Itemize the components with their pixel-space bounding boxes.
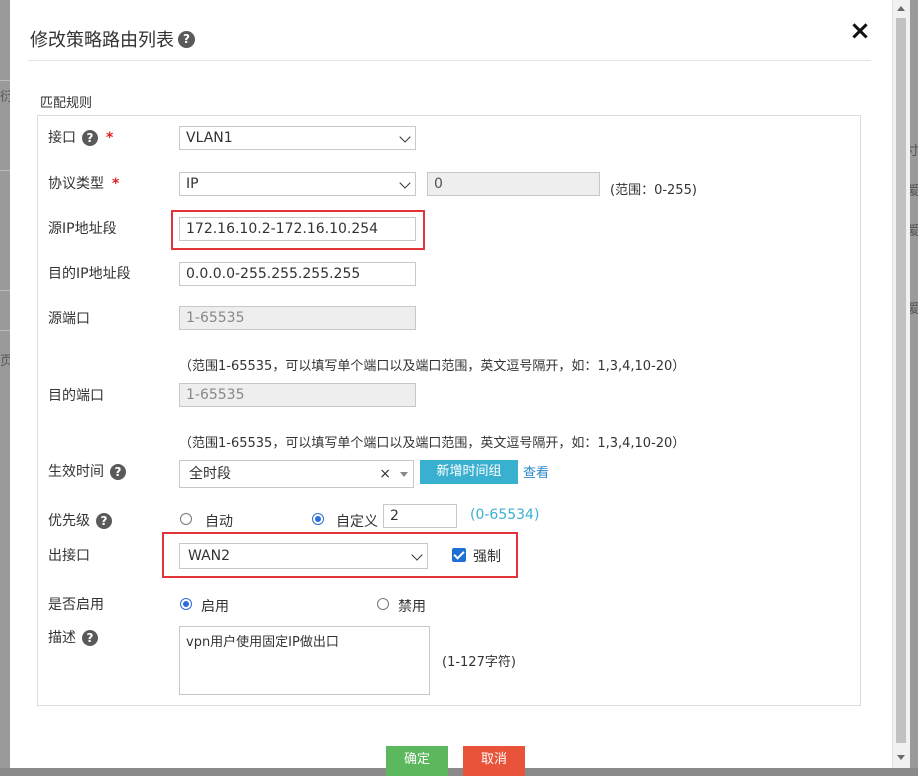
- dst-port-hint: （范围1-65535，可以填写单个端口以及端口范围，英文逗号隔开，如：1,3,4…: [179, 436, 686, 451]
- priority-auto-label: 自动: [205, 514, 233, 530]
- priority-custom-radio[interactable]: [312, 513, 324, 525]
- cancel-button[interactable]: 取消: [463, 746, 525, 776]
- help-icon[interactable]: ?: [178, 30, 195, 48]
- enable-on-label: 启用: [201, 599, 229, 615]
- edit-policy-route-dialog: 修改策略路由列表? × 匹配规则 接口? * VLAN1 协议类型 * IP 0 (…: [10, 0, 892, 776]
- highlight-box: [162, 532, 518, 578]
- match-rules-panel: 接口? * VLAN1 协议类型 * IP 0 (范围：0-255) 源IP地址段 …: [37, 115, 861, 706]
- description-length-hint: (1-127字符): [442, 655, 516, 670]
- scroll-up-arrow-icon[interactable]: [897, 6, 905, 11]
- required-mark: *: [106, 130, 114, 146]
- help-icon[interactable]: ?: [82, 630, 98, 646]
- section-label: 匹配规则: [40, 96, 93, 111]
- description-label-text: 描述: [48, 630, 76, 646]
- priority-label: 优先级?: [48, 510, 112, 530]
- src-port-input[interactable]: 1-65535: [179, 306, 416, 330]
- out-interface-label: 出接口: [48, 548, 90, 564]
- close-button[interactable]: ×: [849, 18, 871, 44]
- confirm-button[interactable]: 确定: [386, 746, 448, 776]
- caret-down-icon: [400, 472, 408, 477]
- priority-custom-label: 自定义: [336, 514, 378, 530]
- schedule-label: 生效时间?: [48, 461, 126, 481]
- protocol-range-hint: (范围：0-255): [610, 183, 697, 198]
- src-ip-label: 源IP地址段: [48, 221, 117, 237]
- clear-icon[interactable]: ×: [379, 461, 391, 487]
- required-mark: *: [112, 176, 120, 192]
- schedule-value: 全时段: [189, 466, 231, 482]
- description-textarea[interactable]: vpn用户使用固定IP做出口: [179, 626, 430, 695]
- priority-range-hint: (0-65534): [470, 507, 540, 523]
- dst-ip-label: 目的IP地址段: [48, 266, 131, 282]
- scroll-thumb[interactable]: [896, 18, 906, 743]
- enable-on-radio[interactable]: [180, 598, 192, 610]
- src-port-hint: （范围1-65535，可以填写单个端口以及端口范围，英文逗号隔开，如：1,3,4…: [179, 359, 686, 374]
- help-icon[interactable]: ?: [96, 513, 112, 529]
- protocol-value: IP: [186, 176, 199, 192]
- dst-port-input[interactable]: 1-65535: [179, 383, 416, 407]
- interface-select[interactable]: VLAN1: [179, 126, 416, 150]
- enable-label: 是否启用: [48, 597, 104, 613]
- description-label: 描述?: [48, 627, 98, 647]
- interface-label: 接口? *: [48, 127, 113, 147]
- help-icon[interactable]: ?: [110, 464, 126, 480]
- interface-label-text: 接口: [48, 130, 76, 146]
- chevron-down-icon: [399, 131, 411, 143]
- dst-ip-input[interactable]: 0.0.0.0-255.255.255.255: [179, 262, 416, 286]
- scroll-down-arrow-icon[interactable]: [897, 755, 905, 760]
- priority-auto-radio[interactable]: [180, 513, 192, 525]
- enable-off-label: 禁用: [398, 599, 426, 615]
- new-time-group-button[interactable]: 新增时间组: [420, 460, 518, 484]
- scrollbar[interactable]: [892, 0, 910, 768]
- view-link[interactable]: 查看: [523, 462, 549, 481]
- src-port-label: 源端口: [48, 311, 90, 327]
- protocol-label-text: 协议类型: [48, 176, 104, 192]
- chevron-down-icon: [399, 177, 411, 189]
- protocol-select[interactable]: IP: [179, 172, 416, 196]
- priority-label-text: 优先级: [48, 513, 90, 529]
- protocol-number-input[interactable]: 0: [427, 172, 600, 196]
- schedule-select[interactable]: 全时段 ×: [179, 460, 414, 488]
- title-divider: [28, 60, 871, 61]
- help-icon[interactable]: ?: [82, 130, 98, 146]
- dialog-title: 修改策略路由列表?: [30, 26, 195, 52]
- priority-value-input[interactable]: 2: [383, 504, 457, 528]
- schedule-label-text: 生效时间: [48, 464, 104, 480]
- highlight-box: [171, 210, 425, 250]
- protocol-label: 协议类型 *: [48, 173, 119, 193]
- dialog-title-text: 修改策略路由列表: [30, 30, 174, 51]
- interface-value: VLAN1: [186, 130, 233, 146]
- enable-off-radio[interactable]: [377, 598, 389, 610]
- dst-port-label: 目的端口: [48, 388, 104, 404]
